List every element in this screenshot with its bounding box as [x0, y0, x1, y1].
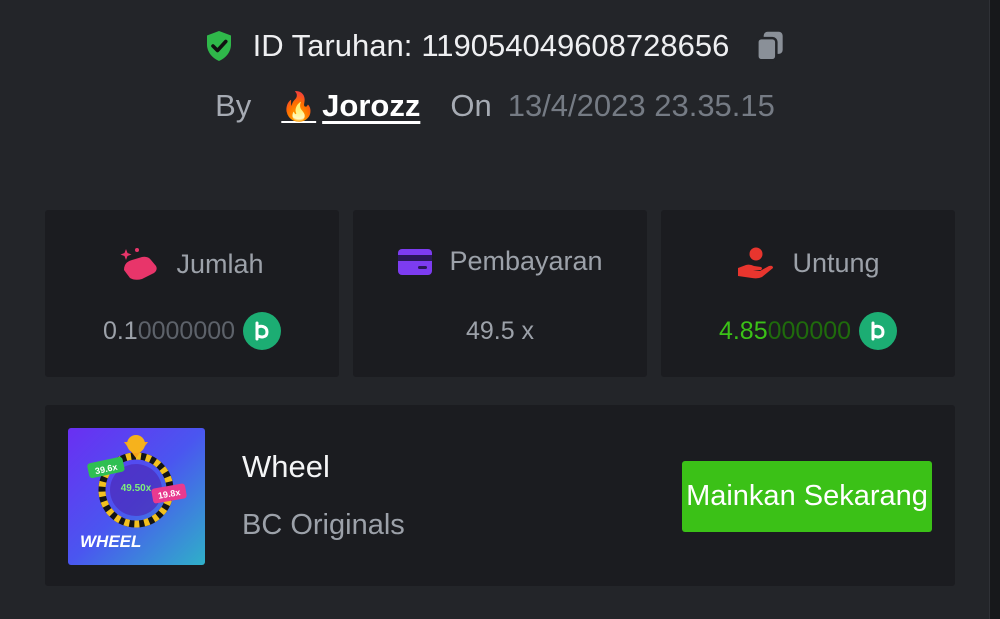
- profit-card: Untung 4.85 000000: [661, 210, 955, 377]
- bet-details-panel: ID Taruhan: 119054049608728656 By 🔥 Joro…: [0, 0, 990, 619]
- amount-header: Jumlah: [45, 246, 339, 282]
- by-label: By: [215, 88, 252, 123]
- bet-id-value: 119054049608728656: [421, 28, 730, 63]
- profit-value-main: 4.85: [718, 316, 768, 345]
- bet-id-row: ID Taruhan: 119054049608728656: [0, 22, 990, 70]
- game-thumbnail[interactable]: 39.6x 49.50x 19.8x WHEEL: [68, 428, 205, 565]
- bc-coin-icon: [243, 312, 282, 350]
- game-card: 39.6x 49.50x 19.8x WHEEL Wheel BC Origin…: [45, 405, 955, 586]
- profit-header: Untung: [661, 246, 955, 280]
- username: Jorozz: [322, 88, 421, 123]
- game-provider: BC Originals: [242, 509, 405, 541]
- hand-profit-icon: [738, 247, 774, 279]
- bet-date: 13/4/2023 23.35.15: [507, 88, 775, 123]
- thumb-badge-2: 49.50x: [121, 483, 152, 494]
- profit-value: 4.85 000000: [661, 311, 955, 351]
- payout-card: Pembayaran 49.5 x: [353, 210, 647, 377]
- play-now-button[interactable]: Mainkan Sekarang: [682, 461, 932, 532]
- game-title[interactable]: Wheel: [242, 449, 330, 485]
- amount-label: Jumlah: [176, 248, 264, 279]
- card-icon: [398, 248, 433, 275]
- thumb-title: WHEEL: [80, 532, 141, 551]
- bet-id-label: ID Taruhan:: [252, 28, 413, 63]
- payout-label: Pembayaran: [449, 246, 603, 276]
- payout-value: 49.5 x: [465, 316, 535, 345]
- user-link[interactable]: 🔥 Jorozz: [281, 88, 420, 124]
- bc-coin-icon: [859, 312, 898, 350]
- bet-amount-icon: [120, 248, 158, 280]
- amount-value-main: 0.1: [102, 316, 138, 345]
- bet-author-row: By 🔥 Jorozz On 13/4/2023 23.35.15: [0, 84, 990, 128]
- amount-value-trailing: 0000000: [137, 316, 236, 345]
- fire-icon: 🔥: [281, 90, 317, 122]
- copy-icon[interactable]: [751, 27, 789, 65]
- shield-check-icon: [206, 31, 231, 61]
- amount-card: Jumlah 0.1 0000000: [45, 210, 339, 377]
- amount-value: 0.1 0000000: [45, 311, 339, 351]
- payout-header: Pembayaran: [353, 246, 647, 277]
- profit-label: Untung: [792, 247, 880, 278]
- right-edge-strip: [989, 0, 1000, 619]
- on-label: On: [450, 88, 492, 123]
- profit-value-trailing: 000000: [767, 316, 852, 345]
